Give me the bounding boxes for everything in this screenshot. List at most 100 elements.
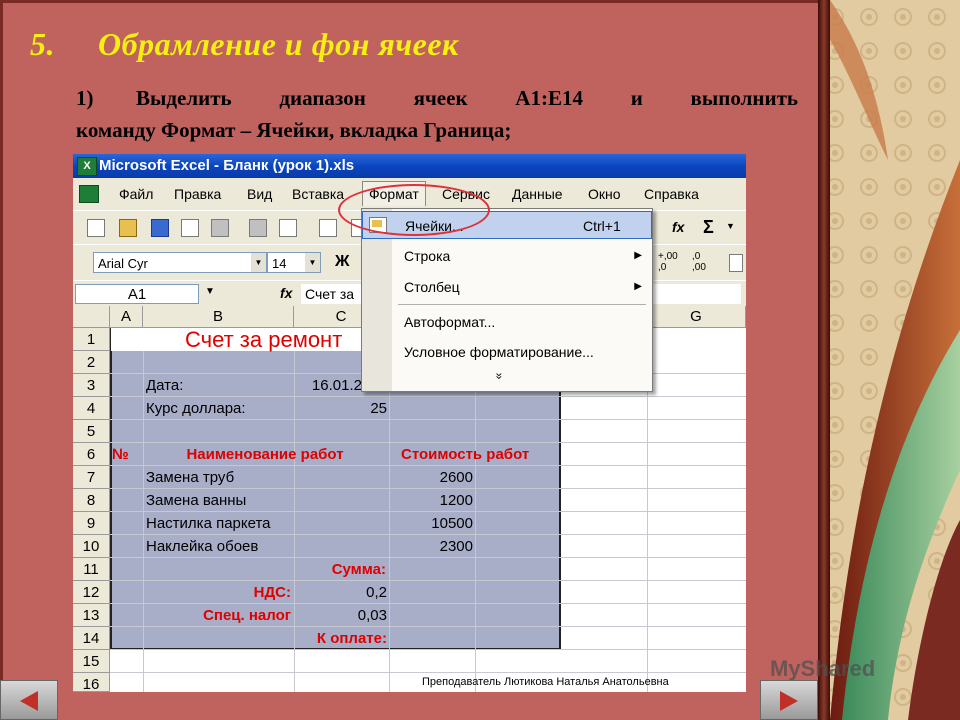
row-header[interactable]: 5	[73, 420, 110, 443]
indent-icon[interactable]	[729, 254, 743, 272]
slide-frame-left	[0, 0, 3, 720]
title-bar: X Microsoft Excel - Бланк (урок 1).xls	[73, 154, 746, 178]
row-header[interactable]: 15	[73, 650, 110, 673]
cell-c13[interactable]: 0,03	[295, 604, 387, 627]
row-header[interactable]: 4	[73, 397, 110, 420]
cell-d6[interactable]: Стоимость работ	[401, 443, 529, 466]
column-header[interactable]: G	[647, 306, 746, 328]
workbook-icon[interactable]	[79, 185, 99, 203]
cell-b4[interactable]: Курс доллара:	[146, 397, 246, 420]
menu-help[interactable]: Справка	[644, 186, 699, 202]
row-header[interactable]: 14	[73, 627, 110, 650]
row-header[interactable]: 16	[73, 673, 110, 692]
step-word: диапазон	[279, 86, 366, 110]
row-header[interactable]: 3	[73, 374, 110, 397]
cell-d11[interactable]: Сумма:	[303, 558, 386, 581]
watermark-logo: MyShared	[770, 656, 876, 681]
print-preview-icon[interactable]	[211, 219, 229, 237]
cell-d8[interactable]: 1200	[390, 489, 473, 512]
step-word: и	[630, 86, 643, 110]
chevron-down-icon[interactable]: ▼	[251, 253, 266, 272]
row-header[interactable]: 9	[73, 512, 110, 535]
bold-button[interactable]: Ж	[335, 253, 349, 271]
decrease-decimal-button[interactable]: ,0,00	[692, 251, 706, 273]
step-word: выполнить	[690, 86, 798, 110]
menu-view[interactable]: Вид	[247, 186, 272, 202]
cell-c4[interactable]: 25	[295, 397, 387, 420]
row-header[interactable]: 13	[73, 604, 110, 627]
slide-title: 5. Обрамление и фон ячеек	[30, 26, 459, 63]
menu-data[interactable]: Данные	[512, 186, 563, 202]
step-word: ячеек	[413, 86, 468, 110]
menu-item-conditional-formatting[interactable]: Условное форматирование...	[362, 338, 652, 366]
cell-b9[interactable]: Настилка паркета	[146, 512, 271, 535]
submenu-arrow-icon: ▶	[634, 281, 642, 292]
increase-decimal-button[interactable]: +,00,0	[658, 251, 678, 273]
slide: 5. Обрамление и фон ячеек 1) Выделить диа…	[0, 0, 960, 720]
autosum-button[interactable]: Σ	[703, 217, 714, 238]
cell-b12[interactable]: НДС:	[145, 581, 291, 604]
print-icon[interactable]	[249, 219, 267, 237]
row-header[interactable]: 11	[73, 558, 110, 581]
menu-item-row[interactable]: Строка ▶	[362, 242, 652, 270]
row-header[interactable]: 7	[73, 466, 110, 489]
slide-title-number: 5.	[30, 26, 55, 62]
spelling-icon[interactable]	[319, 219, 337, 237]
menu-item-column[interactable]: Столбец ▶	[362, 273, 652, 301]
cell-b13[interactable]: Спец. налог	[145, 604, 291, 627]
menu-item-column-label: Столбец	[404, 279, 460, 295]
cell-b7[interactable]: Замена труб	[146, 466, 234, 489]
column-header[interactable]: A	[110, 306, 143, 328]
new-icon[interactable]	[87, 219, 105, 237]
function-button[interactable]: fx	[672, 219, 684, 235]
menu-item-autoformat[interactable]: Автоформат...	[362, 308, 652, 336]
cell-b3[interactable]: Дата:	[146, 374, 183, 397]
prev-slide-button[interactable]	[0, 680, 58, 720]
permission-icon[interactable]	[181, 219, 199, 237]
cell-d10[interactable]: 2300	[390, 535, 473, 558]
row-header[interactable]: 12	[73, 581, 110, 604]
gridline	[110, 672, 746, 673]
column-header[interactable]: B	[143, 306, 294, 328]
menu-file[interactable]: Файл	[119, 186, 153, 202]
cell-c12[interactable]: 0,2	[295, 581, 387, 604]
increase-decimal-label: ,00	[663, 251, 678, 262]
step-word: Выделить	[136, 86, 232, 110]
chevron-down-icon[interactable]: ▼	[305, 253, 320, 272]
next-slide-button[interactable]	[760, 680, 818, 720]
font-name-value: Arial Cyr	[98, 256, 148, 271]
fx-icon[interactable]: fx	[280, 285, 292, 301]
save-icon[interactable]	[151, 219, 169, 237]
menu-window[interactable]: Окно	[588, 186, 621, 202]
autosum-dropdown-icon[interactable]: ▼	[726, 221, 735, 231]
name-box-value: A1	[127, 286, 147, 303]
row-header[interactable]: 1	[73, 328, 110, 351]
select-all-corner[interactable]	[73, 306, 110, 328]
cell-b6[interactable]: Наименование работ	[145, 443, 385, 466]
cell-d14[interactable]: К оплате:	[295, 627, 387, 650]
name-box[interactable]: A1	[75, 284, 199, 304]
menu-edit[interactable]: Правка	[174, 186, 221, 202]
cell-b10[interactable]: Наклейка обоев	[146, 535, 258, 558]
row-header[interactable]: 10	[73, 535, 110, 558]
font-size-select[interactable]: 14 ▼	[267, 252, 321, 273]
cell-d9[interactable]: 10500	[390, 512, 473, 535]
instruction-text: 1) Выделить диапазон ячеек A1:E14 и выпо…	[76, 82, 798, 146]
row-header[interactable]: 8	[73, 489, 110, 512]
cell-b1[interactable]: Счет за ремонт	[185, 328, 342, 351]
font-size-value: 14	[272, 256, 287, 271]
row-header[interactable]: 6	[73, 443, 110, 466]
arrow-right-icon	[780, 691, 798, 711]
cell-a6[interactable]: №	[112, 443, 129, 466]
highlight-circle	[338, 184, 490, 236]
cell-b8[interactable]: Замена ванны	[146, 489, 246, 512]
menu-insert[interactable]: Вставка	[292, 186, 344, 202]
row-header[interactable]: 2	[73, 351, 110, 374]
expand-menu-icon[interactable]: »	[492, 373, 506, 380]
search-icon[interactable]	[279, 219, 297, 237]
name-box-dropdown-icon[interactable]: ▼	[205, 286, 215, 297]
font-name-select[interactable]: Arial Cyr ▼	[93, 252, 267, 273]
cell-d7[interactable]: 2600	[390, 466, 473, 489]
open-icon[interactable]	[119, 219, 137, 237]
menu-separator	[398, 304, 646, 305]
